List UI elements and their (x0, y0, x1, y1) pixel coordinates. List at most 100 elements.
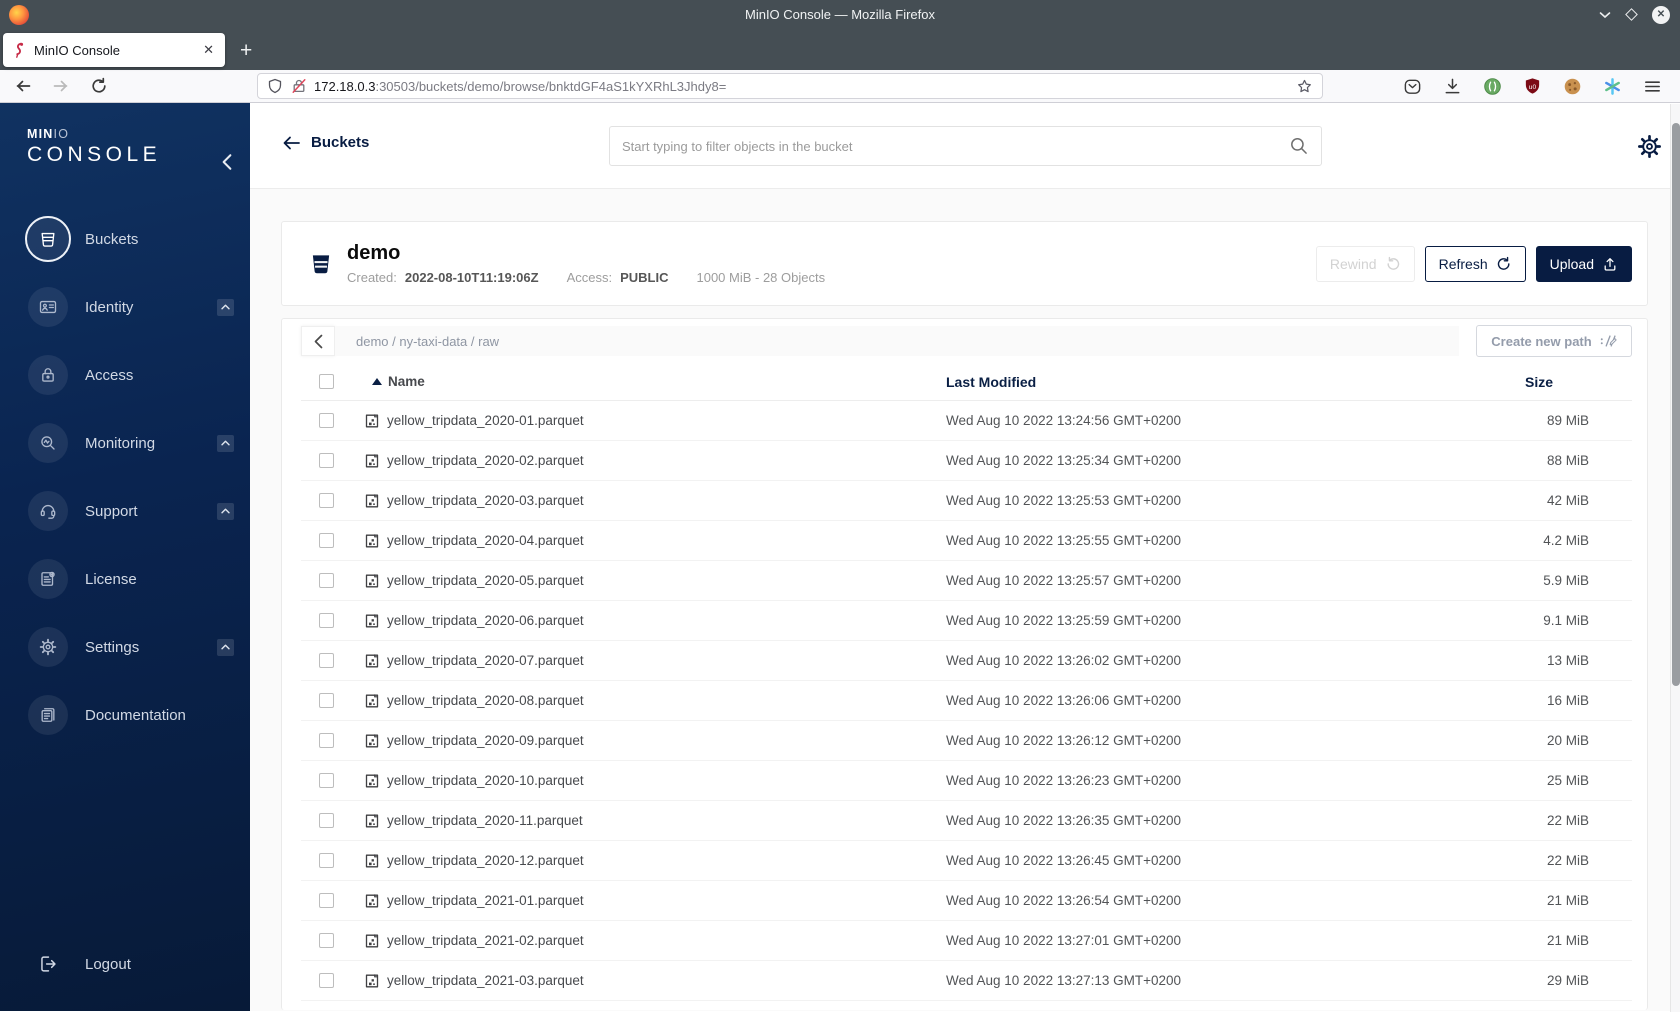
tracking-protection-shield-icon[interactable] (267, 78, 283, 94)
row-checkbox[interactable] (319, 933, 334, 948)
table-row[interactable]: yellow_tripdata_2020-10.parquet Wed Aug … (301, 761, 1632, 801)
row-checkbox[interactable] (319, 653, 334, 668)
table-row[interactable]: yellow_tripdata_2021-03.parquet Wed Aug … (301, 961, 1632, 1001)
table-row[interactable]: yellow_tripdata_2020-01.parquet Wed Aug … (301, 401, 1632, 441)
back-to-buckets-link[interactable]: Buckets (283, 134, 369, 151)
object-name: yellow_tripdata_2020-01.parquet (387, 413, 584, 428)
bookmark-star-icon[interactable] (1296, 78, 1313, 95)
object-modified: Wed Aug 10 2022 13:25:55 GMT+0200 (946, 533, 1182, 548)
path-back-button[interactable] (301, 326, 335, 356)
sidebar-nav: Buckets Identity Access Monitoring Suppo… (0, 205, 250, 749)
menu-hamburger-icon[interactable] (1643, 77, 1662, 96)
table-row[interactable]: yellow_tripdata_2020-03.parquet Wed Aug … (301, 481, 1632, 521)
column-header-size: Size (1524, 373, 1553, 390)
row-checkbox[interactable] (319, 413, 334, 428)
tab-close-icon[interactable]: ✕ (201, 42, 216, 58)
row-checkbox[interactable] (319, 893, 334, 908)
row-checkbox[interactable] (319, 453, 334, 468)
column-header-name[interactable]: Name (364, 374, 946, 389)
row-checkbox[interactable] (319, 493, 334, 508)
settings-gear-icon[interactable] (1636, 133, 1663, 160)
upload-icon (1604, 257, 1616, 271)
row-checkbox[interactable] (319, 733, 334, 748)
window-maximize-icon[interactable] (1625, 8, 1638, 21)
upload-button[interactable]: Upload (1535, 245, 1632, 282)
table-row[interactable]: yellow_tripdata_2021-02.parquet Wed Aug … (301, 921, 1632, 961)
object-name: yellow_tripdata_2020-05.parquet (387, 573, 584, 588)
table-row[interactable]: yellow_tripdata_2020-12.parquet Wed Aug … (301, 841, 1632, 881)
new-tab-button[interactable]: + (240, 40, 252, 61)
extension-cookie-icon[interactable] (1563, 77, 1582, 96)
filter-objects-search[interactable] (609, 126, 1322, 166)
table-row[interactable]: yellow_tripdata_2020-11.parquet Wed Aug … (301, 801, 1632, 841)
collapse-sidebar-icon[interactable] (219, 153, 235, 171)
sidebar-item-logout[interactable]: Logout (0, 930, 250, 998)
table-row[interactable]: yellow_tripdata_2020-05.parquet Wed Aug … (301, 561, 1632, 601)
sidebar-item-settings[interactable]: Settings (0, 613, 250, 681)
breadcrumb-path: demo / ny-taxi-data / raw (356, 333, 500, 349)
select-all-checkbox[interactable] (319, 374, 334, 389)
extension-ublock-icon[interactable]: u0 (1523, 77, 1542, 96)
row-checkbox[interactable] (319, 693, 334, 708)
row-checkbox[interactable] (319, 533, 334, 548)
extension-asterisk-icon[interactable] (1603, 77, 1622, 96)
browser-tab[interactable]: MinIO Console ✕ (3, 33, 225, 67)
new-path-icon (1600, 335, 1617, 347)
object-modified: Wed Aug 10 2022 13:26:12 GMT+0200 (946, 733, 1182, 748)
sidebar-item-license[interactable]: License (0, 545, 250, 613)
table-row[interactable]: yellow_tripdata_2020-02.parquet Wed Aug … (301, 441, 1632, 481)
object-size: 5.9 MiB (1543, 573, 1589, 588)
scrollbar-thumb[interactable] (1672, 123, 1680, 686)
url-bar[interactable]: 172.18.0.3:30503/buckets/demo/browse/bnk… (257, 73, 1323, 99)
forward-icon[interactable] (52, 77, 70, 95)
reload-icon[interactable] (90, 77, 108, 95)
rewind-button[interactable]: Rewind (1315, 245, 1415, 282)
object-name: yellow_tripdata_2020-08.parquet (387, 693, 584, 708)
create-path-label: Create new path (1491, 333, 1592, 349)
extension-privacy-badger-icon[interactable] (1483, 77, 1502, 96)
insecure-connection-icon[interactable] (291, 78, 307, 94)
window-close-icon[interactable]: ✕ (1652, 5, 1670, 24)
url-text: 172.18.0.3:30503/buckets/demo/browse/bnk… (314, 79, 1296, 94)
row-checkbox[interactable] (319, 773, 334, 788)
minio-console-logo: MINIO CONSOLE (27, 127, 161, 166)
back-arrow-icon (283, 136, 300, 149)
download-icon[interactable] (1443, 77, 1462, 96)
row-checkbox[interactable] (319, 973, 334, 988)
sidebar-item-monitoring[interactable]: Monitoring (0, 409, 250, 477)
object-name: yellow_tripdata_2020-03.parquet (387, 493, 584, 508)
table-row[interactable]: yellow_tripdata_2021-01.parquet Wed Aug … (301, 881, 1632, 921)
row-checkbox[interactable] (319, 853, 334, 868)
object-file-icon (365, 773, 379, 787)
table-row[interactable]: yellow_tripdata_2020-08.parquet Wed Aug … (301, 681, 1632, 721)
sidebar-item-identity[interactable]: Identity (0, 273, 250, 341)
search-input[interactable] (622, 138, 1289, 154)
table-row[interactable]: yellow_tripdata_2020-06.parquet Wed Aug … (301, 601, 1632, 641)
table-row[interactable]: yellow_tripdata_2020-09.parquet Wed Aug … (301, 721, 1632, 761)
row-checkbox[interactable] (319, 573, 334, 588)
sidebar-item-support[interactable]: Support (0, 477, 250, 545)
lock-icon (42, 368, 54, 382)
row-checkbox[interactable] (319, 613, 334, 628)
sidebar-item-label: Support (85, 502, 138, 520)
create-new-path-button[interactable]: Create new path (1476, 325, 1632, 357)
refresh-button[interactable]: Refresh (1424, 245, 1526, 282)
window-minimize-icon[interactable] (1599, 11, 1611, 19)
object-name: yellow_tripdata_2020-07.parquet (387, 653, 584, 668)
license-icon (41, 571, 55, 586)
table-row[interactable]: yellow_tripdata_2020-04.parquet Wed Aug … (301, 521, 1632, 561)
row-checkbox[interactable] (319, 813, 334, 828)
object-name: yellow_tripdata_2020-02.parquet (387, 453, 584, 468)
sidebar-item-access[interactable]: Access (0, 341, 250, 409)
object-name: yellow_tripdata_2021-02.parquet (387, 933, 584, 948)
sidebar-item-documentation[interactable]: Documentation (0, 681, 250, 749)
object-size: 89 MiB (1546, 413, 1589, 428)
pocket-icon[interactable] (1403, 77, 1422, 96)
sidebar-item-buckets[interactable]: Buckets (0, 205, 250, 273)
buckets-icon (41, 232, 55, 247)
back-icon[interactable] (14, 77, 32, 95)
object-size: 21 MiB (1546, 933, 1589, 948)
browser-toolbar: 172.18.0.3:30503/buckets/demo/browse/bnk… (0, 70, 1680, 103)
table-row[interactable]: yellow_tripdata_2020-07.parquet Wed Aug … (301, 641, 1632, 681)
rewind-label: Rewind (1329, 255, 1377, 272)
